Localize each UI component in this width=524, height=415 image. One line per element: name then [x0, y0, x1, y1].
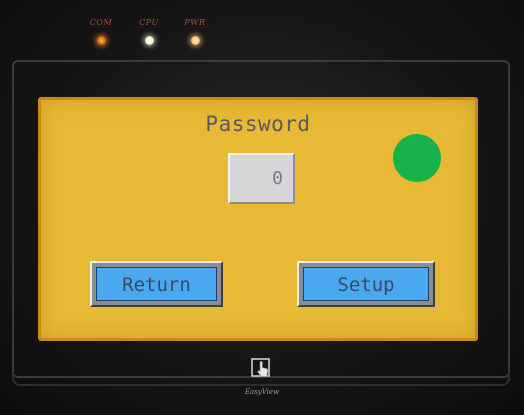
hand-pointer-icon	[251, 358, 270, 377]
pwr-indicator-label: PWR	[184, 18, 206, 27]
setup-button-label: Setup	[303, 267, 429, 301]
com-indicator-label: COM	[89, 18, 113, 27]
return-button[interactable]: Return	[90, 261, 223, 307]
hmi-device: COM CPU PWR Password 0 Return Setup Easy…	[0, 0, 524, 415]
com-indicator: COM	[86, 18, 116, 49]
cpu-led-icon	[144, 36, 154, 45]
pwr-indicator: PWR	[180, 18, 210, 49]
brand-name: EasyView	[244, 388, 280, 396]
return-button-label: Return	[96, 267, 217, 301]
cpu-indicator-label: CPU	[139, 18, 159, 27]
brand-logo: EasyView	[229, 358, 295, 408]
com-led-icon	[96, 36, 106, 45]
password-title: Password	[205, 112, 311, 136]
setup-button[interactable]: Setup	[297, 261, 435, 307]
password-input[interactable]: 0	[228, 153, 295, 204]
cpu-indicator: CPU	[134, 18, 164, 49]
status-indicator	[393, 134, 441, 182]
touch-screen: Password 0 Return Setup	[38, 97, 478, 341]
pwr-led-icon	[190, 36, 200, 45]
